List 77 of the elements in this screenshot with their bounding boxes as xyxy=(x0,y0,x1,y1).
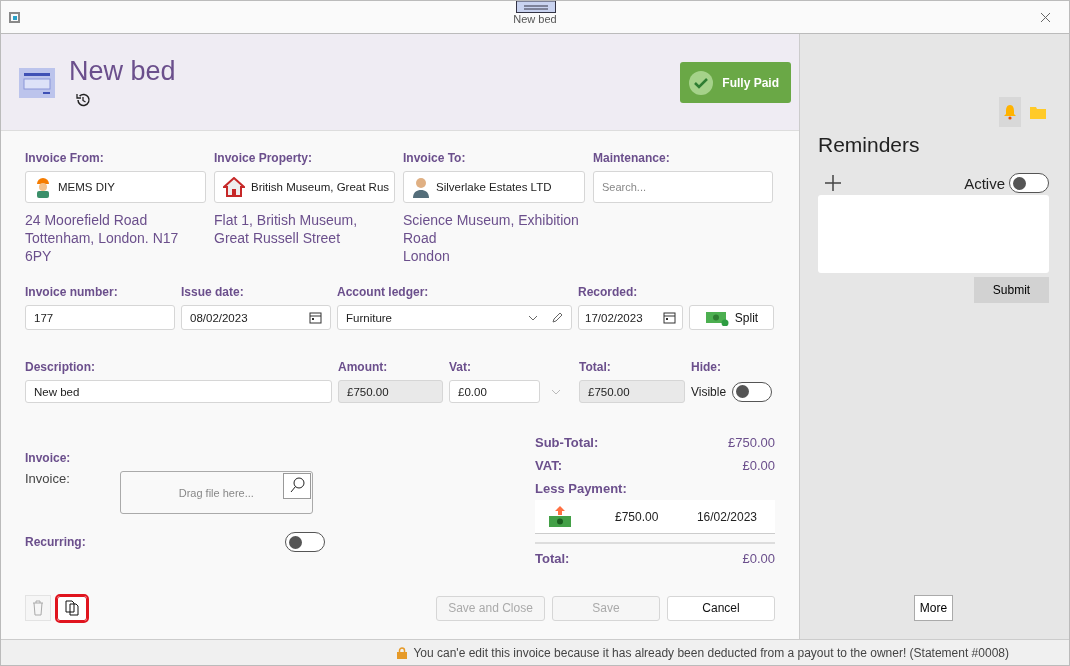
field-label: Description: xyxy=(25,360,96,374)
payment-amount: £750.00 xyxy=(615,509,659,524)
field-label: Invoice From: xyxy=(25,151,105,165)
payment-date: 16/02/2023 xyxy=(696,509,757,524)
chevron-down-icon xyxy=(528,314,538,321)
more-button[interactable]: More xyxy=(913,595,954,621)
field-label: Invoice To: xyxy=(403,151,467,165)
active-label: Active xyxy=(964,174,1005,192)
address-text: 24 Moorefield Road Tottenham, London. N17 6PY xyxy=(25,211,179,265)
field-label: Invoice number: xyxy=(25,285,119,299)
address-text: Flat 1, British Museum, Great Russell Street xyxy=(214,211,358,247)
summary-label: Sub-Total: xyxy=(535,435,599,450)
file-drop-area[interactable]: Drag file here... xyxy=(119,471,313,514)
summary-label: Total: xyxy=(535,551,570,566)
banknote-icon xyxy=(704,309,729,326)
payout-icon xyxy=(548,505,572,528)
split-button[interactable]: Split xyxy=(689,305,774,330)
summary-value: £0.00 xyxy=(742,551,775,566)
party-field[interactable]: MEMS DIY xyxy=(25,171,206,203)
person-icon xyxy=(412,176,430,198)
plus-icon[interactable] xyxy=(824,174,842,192)
date-field[interactable]: 17/02/2023 xyxy=(578,305,683,330)
pencil-icon[interactable] xyxy=(552,312,563,323)
worker-icon xyxy=(34,176,52,198)
field-label: Vat: xyxy=(449,360,472,374)
field-label: Hide: xyxy=(691,360,722,374)
lock-icon xyxy=(397,646,408,659)
party-field[interactable]: Silverlake Estates LTD xyxy=(403,171,585,203)
status-message: You can'e edit this invoice because it has already been deducted from a payout to the owner! (Statement #0008) xyxy=(413,645,1009,660)
window-title: New bed xyxy=(513,13,557,25)
summary-label: VAT: xyxy=(535,458,562,473)
search-field[interactable]: Search... xyxy=(593,171,773,203)
copy-icon xyxy=(65,600,79,616)
visibility-toggle[interactable] xyxy=(732,381,773,402)
submit-button[interactable]: Submit xyxy=(974,277,1049,303)
ledger-dropdown[interactable]: Furniture xyxy=(337,305,572,330)
copy-button[interactable] xyxy=(57,595,87,621)
page-title: New bed xyxy=(69,56,176,86)
history-icon[interactable] xyxy=(75,92,91,108)
field-label: Account ledger: xyxy=(337,285,430,299)
invoice-icon xyxy=(19,68,55,98)
field-label: Maintenance: xyxy=(593,151,671,165)
action-button[interactable]: Cancel xyxy=(667,595,775,621)
calendar-icon xyxy=(663,311,676,324)
summary-label: Less Payment: xyxy=(535,481,627,496)
field-label: Total: xyxy=(579,360,612,374)
close-icon[interactable] xyxy=(1040,12,1051,23)
input-field[interactable]: £0.00 xyxy=(449,380,540,403)
field-label: Recorded: xyxy=(578,285,639,299)
check-circle-icon xyxy=(688,69,715,96)
summary-value: £0.00 xyxy=(742,458,775,473)
input-field[interactable]: 177 xyxy=(25,305,175,330)
address-text: Science Museum, Exhibition Road London xyxy=(403,211,579,265)
house-icon xyxy=(223,177,245,197)
field-label: Invoice Property: xyxy=(214,151,314,165)
invoice-label: Invoice: xyxy=(25,471,70,488)
field-label: Issue date: xyxy=(181,285,245,299)
visible-label: Visible xyxy=(691,384,727,399)
recurring-toggle[interactable] xyxy=(285,532,325,552)
search-icon[interactable] xyxy=(282,473,311,499)
active-toggle[interactable] xyxy=(1009,173,1049,193)
app-icon xyxy=(7,10,21,24)
party-field[interactable]: British Museum, Great Rus xyxy=(214,171,395,203)
summary-value: £750.00 xyxy=(728,435,775,450)
input-field[interactable]: New bed xyxy=(25,380,332,403)
field-label: Recurring: xyxy=(25,535,86,549)
section-heading: Invoice: xyxy=(25,451,72,465)
amount-field: £750.00 xyxy=(338,380,443,403)
reminder-input[interactable] xyxy=(818,195,1049,273)
payment-row[interactable]: £750.00 16/02/2023 xyxy=(535,500,775,534)
total-field: £750.00 xyxy=(579,380,685,403)
restore-tab-icon[interactable] xyxy=(516,1,556,13)
badge-text: Fully Paid xyxy=(722,75,779,90)
field-label: Amount: xyxy=(338,360,389,374)
calendar-icon xyxy=(309,311,322,324)
panel-title: Reminders xyxy=(818,133,921,157)
date-field[interactable]: 08/02/2023 xyxy=(181,305,331,330)
